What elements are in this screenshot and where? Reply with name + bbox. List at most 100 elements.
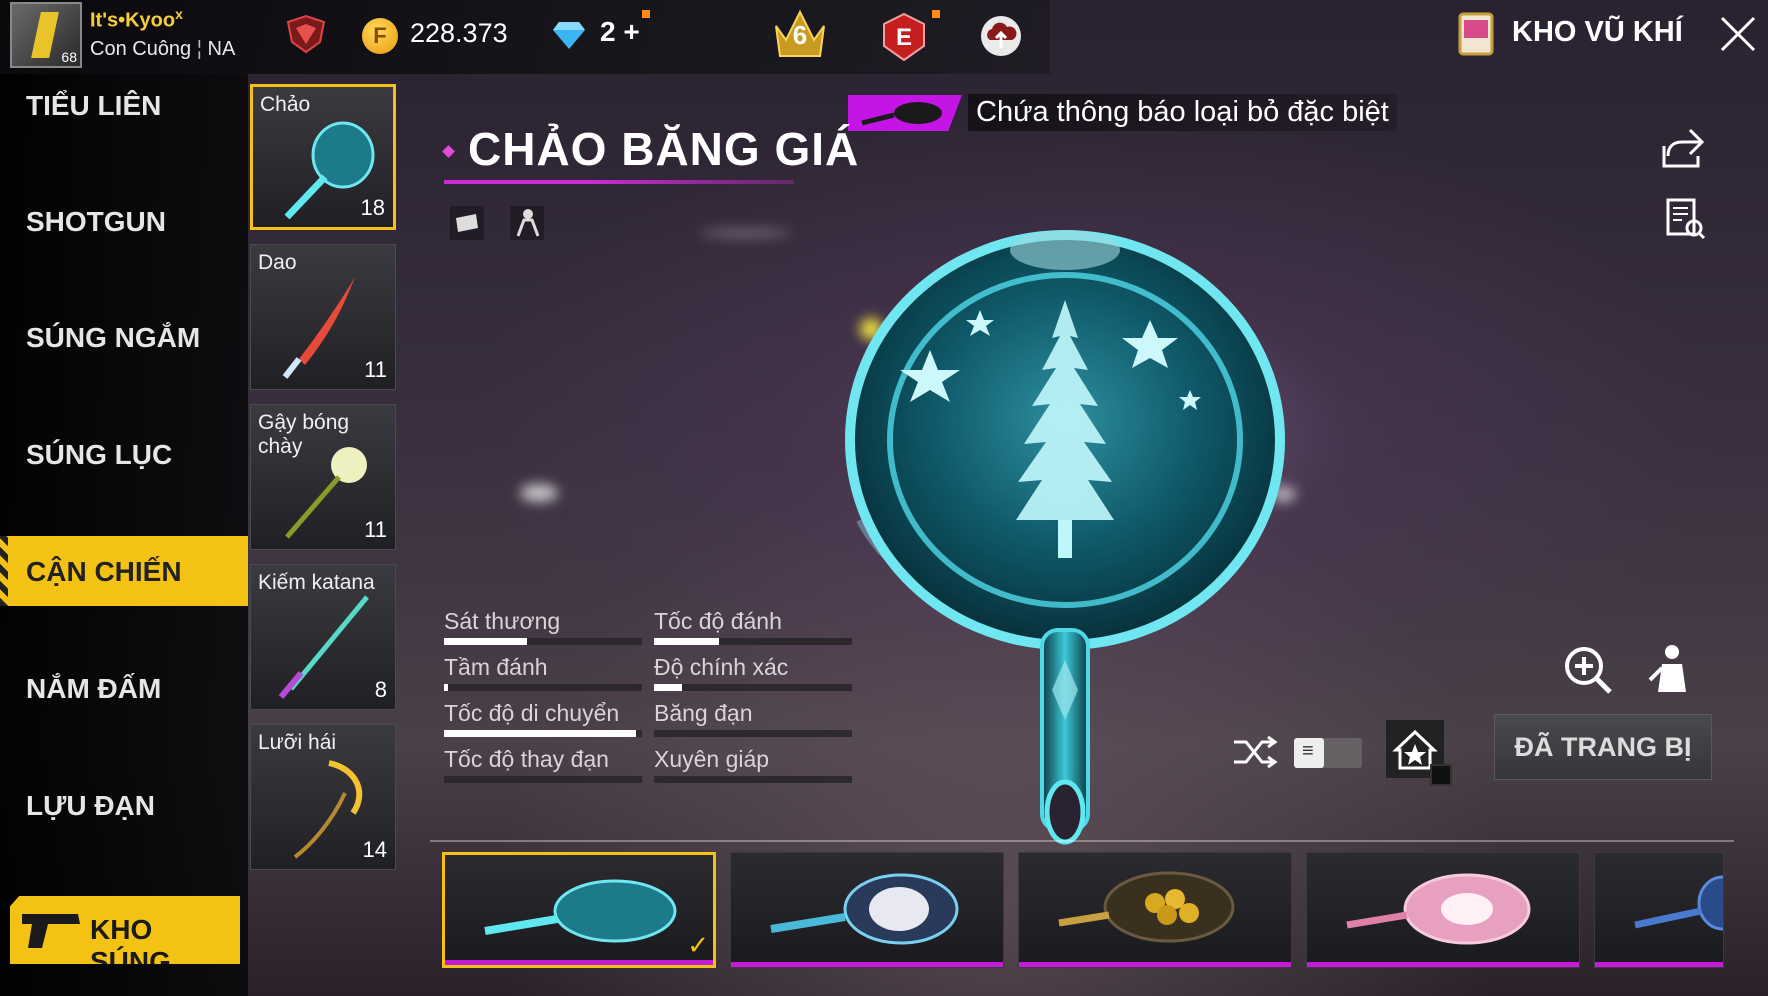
item-name: Chảo xyxy=(260,93,311,116)
skin-rarity-bar xyxy=(1307,962,1579,967)
item-count: 8 xyxy=(374,677,387,702)
skin-blue-pan[interactable] xyxy=(1594,852,1724,968)
lobby-display-button[interactable] xyxy=(1386,720,1452,786)
display-toggle[interactable] xyxy=(1294,738,1362,768)
close-icon[interactable] xyxy=(1716,12,1760,56)
lobby-display-indicator xyxy=(1430,764,1452,786)
stat-label: Tầm đánh xyxy=(444,654,548,680)
stat-label: Tốc độ thay đạn xyxy=(444,746,609,772)
player-name-text: It's•Kyoo xyxy=(90,9,176,32)
blue-pan-thumbnail xyxy=(1634,875,1723,931)
toggle-knob xyxy=(1294,738,1324,768)
category-tieu-lien[interactable]: TIỂU LIÊN xyxy=(0,70,248,140)
details-search-icon[interactable] xyxy=(1664,196,1706,240)
item-count: 11 xyxy=(364,357,387,382)
category-shotgun[interactable]: SHOTGUN xyxy=(0,186,248,256)
skin-pink-pan[interactable] xyxy=(1306,852,1580,968)
stat-label: Băng đạn xyxy=(654,700,753,726)
item-count: 11 xyxy=(364,517,387,542)
gold-coin-pan-thumbnail xyxy=(1058,871,1235,943)
player-level: 68 xyxy=(61,49,77,65)
notification-dot xyxy=(932,10,940,18)
pistol-icon xyxy=(22,914,80,948)
stat-fill xyxy=(444,684,448,691)
diamond-icon xyxy=(553,22,585,49)
item-count: 18 xyxy=(360,195,385,220)
item-knife[interactable]: Dao 11 xyxy=(250,244,396,390)
stat-fill xyxy=(444,730,637,737)
item-pan[interactable]: Chảo 18 xyxy=(250,84,396,230)
rank-badge[interactable]: 6 xyxy=(770,6,830,62)
item-katana[interactable]: Kiếm katana 8 xyxy=(250,564,396,710)
diamond-topup[interactable]: 2 + xyxy=(600,16,640,48)
cloud-upload-icon[interactable] xyxy=(978,14,1024,58)
item-scythe[interactable]: Lưỡi hái 14 xyxy=(250,724,396,870)
category-can-chien[interactable]: CẬN CHIẾN xyxy=(0,536,248,606)
equipped-button[interactable]: ĐÃ TRANG BỊ xyxy=(1494,714,1712,780)
category-label: SÚNG NGẮM xyxy=(26,322,201,353)
category-nam-dam[interactable]: NẮM ĐẤM xyxy=(0,653,248,723)
skin-ice-pan[interactable]: ✓ xyxy=(442,852,716,968)
ambient-light xyxy=(520,484,558,502)
stat-label: Tốc độ đánh xyxy=(654,608,782,634)
stat-bar-magazine xyxy=(654,730,852,737)
avatar-stripe xyxy=(31,12,59,58)
guild-separator: ¦ xyxy=(196,38,202,60)
top-bar: 68 It's•Kyoox Con Cuông ¦ NA F 228.373 2… xyxy=(0,0,1768,74)
weapon-title: CHẢO BĂNG GIÁ xyxy=(468,123,860,175)
notification-dot xyxy=(642,10,650,18)
item-name: Lưỡi hái xyxy=(258,731,337,754)
melee-tag-icon[interactable] xyxy=(446,202,488,244)
removal-notice[interactable]: Chứa thông báo loại bỏ đặc biệt xyxy=(968,94,1397,131)
stat-label: Xuyên giáp xyxy=(654,746,770,772)
gold-coin-icon: F xyxy=(362,18,398,54)
player-name[interactable]: It's•Kyoox xyxy=(90,6,183,33)
katana-icon xyxy=(278,595,369,699)
category-luu-dan[interactable]: LỰU ĐẠN xyxy=(0,770,248,840)
category-label: NẮM ĐẤM xyxy=(26,673,162,704)
gold-coin-count[interactable]: 228.373 xyxy=(410,18,508,49)
skin-graffiti-pan[interactable] xyxy=(730,852,1004,968)
category-label: SÚNG LỤC xyxy=(26,439,173,470)
item-baseball-bat[interactable]: Gậy bóng chày 11 xyxy=(250,404,396,550)
stat-fill xyxy=(654,684,682,691)
weapon-render-ice-pan[interactable] xyxy=(820,220,1300,860)
player-avatar[interactable]: 68 xyxy=(10,2,82,68)
player-guild[interactable]: Con Cuông ¦ NA xyxy=(90,38,235,61)
category-sung-luc[interactable]: SÚNG LỤC xyxy=(0,419,248,489)
title-underline xyxy=(444,180,794,184)
shuffle-icon[interactable] xyxy=(1232,734,1278,770)
region: NA xyxy=(207,38,236,60)
weapon-vault-book-icon xyxy=(1458,12,1494,56)
skin-strip-divider xyxy=(430,840,1734,842)
pan-icon xyxy=(861,102,942,126)
rank-level: 6 xyxy=(792,20,808,50)
item-name: Kiếm katana xyxy=(258,571,375,594)
item-count: 14 xyxy=(362,837,387,862)
character-tag-icon[interactable] xyxy=(506,202,548,244)
zoom-in-icon[interactable] xyxy=(1560,642,1616,698)
gun-vault-button[interactable]: KHO SÚNG xyxy=(10,896,240,964)
character-pose-icon[interactable] xyxy=(1642,640,1700,698)
stat-bar-damage xyxy=(444,638,642,645)
skin-rarity-bar xyxy=(1019,962,1291,967)
share-icon[interactable] xyxy=(1660,126,1706,170)
stat-label: Tốc độ di chuyển xyxy=(444,700,620,726)
guild-name: Con Cuông xyxy=(90,38,192,60)
item-name: Dao xyxy=(258,251,297,274)
ice-pan-thumbnail xyxy=(484,879,677,943)
category-sung-ngam[interactable]: SÚNG NGẮM xyxy=(0,302,248,372)
category-label: TIỂU LIÊN xyxy=(26,90,162,121)
category-label: LỰU ĐẠN xyxy=(26,790,155,821)
category-label: CẬN CHIẾN xyxy=(26,556,182,587)
notice-tag xyxy=(848,95,962,131)
stat-bar-accuracy xyxy=(654,684,852,691)
skin-rarity-bar xyxy=(445,960,713,965)
skin-gold-coin-pan[interactable] xyxy=(1018,852,1292,968)
page-title: KHO VŨ KHÍ xyxy=(1512,16,1683,48)
stat-label: Độ chính xác xyxy=(654,654,789,680)
stat-fill xyxy=(654,638,720,645)
elite-pass-badge[interactable]: E xyxy=(882,12,926,62)
guild-emblem-icon[interactable] xyxy=(284,12,328,56)
elite-letter: E xyxy=(895,24,912,51)
